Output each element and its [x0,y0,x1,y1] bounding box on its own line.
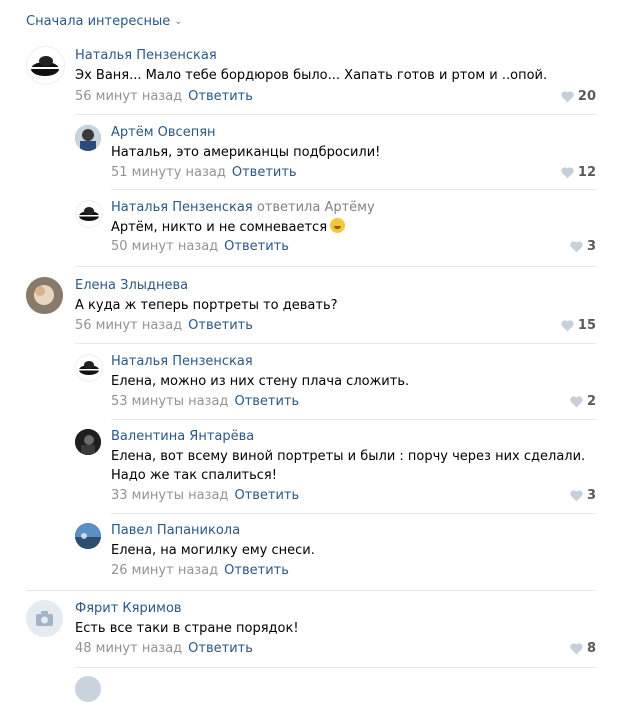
sort-label: Сначала интересные [26,14,171,29]
comment-text: Елена, можно из них стену плача сложить. [111,374,410,389]
divider [75,114,596,115]
reply-button[interactable]: Ответить [234,394,299,409]
like-button[interactable]: 2 [570,394,596,409]
like-button[interactable]: 20 [561,89,596,104]
comment-time[interactable]: 51 минуту назад [111,165,226,180]
comment: Валентина Янтарёва Елена, вот всему вино… [75,429,596,507]
comment-meta: 51 минуту назад Ответить [111,165,297,180]
comment: Фярит Кяримов Есть все таки в стране пор… [26,600,596,662]
comment-text: Елена, на могилку ему снеси. [111,543,315,558]
comment-author[interactable]: Наталья Пензенская [111,354,253,369]
comment-time[interactable]: 56 минут назад [75,318,182,333]
comment-meta: 50 минут назад Ответить [111,239,289,254]
comment-author[interactable]: Артём Овсепян [111,125,216,140]
comment-text: Артём, никто и не сомневается [111,218,346,237]
heart-icon [561,166,574,178]
replied-to[interactable]: ответила Артёму [257,200,375,215]
divider [26,590,596,591]
like-count: 3 [586,239,596,254]
divider [111,189,596,190]
avatar[interactable] [75,200,103,228]
avatar[interactable] [26,277,63,314]
comment-meta: 56 минут назад Ответить [75,318,253,333]
comment-time[interactable]: 26 минут назад [111,563,218,578]
divider [75,667,596,668]
divider [75,266,596,267]
comment-author[interactable]: Павел Папаникола [111,523,240,538]
camera-icon [26,600,63,637]
comment-author[interactable]: Фярит Кяримов [75,601,182,616]
comment-meta: 53 минуты назад Ответить [111,394,299,409]
comment-time[interactable]: 53 минуты назад [111,394,228,409]
comment: Артём Овсепян Наталья, это американцы по… [75,125,596,181]
reply-button[interactable]: Ответить [188,318,253,333]
comment-text: Наталья, это американцы подбросили! [111,145,381,160]
avatar[interactable] [75,676,101,702]
like-count: 3 [586,488,596,503]
like-count: 15 [577,318,596,333]
heart-icon [570,240,583,252]
avatar[interactable] [75,429,101,455]
comment-author[interactable]: Валентина Янтарёва [111,429,254,444]
comment-text: А куда ж теперь портреты то девать? [75,298,338,313]
divider [75,343,596,344]
comment-author[interactable]: Елена Злыднева [75,278,188,293]
comment: Елена Злыднева А куда ж теперь портреты … [26,277,596,339]
reply-button[interactable]: Ответить [188,89,253,104]
comment-text-line2: Надо же так спалиться! [111,468,277,483]
comment-meta: 26 минут назад Ответить [111,563,289,578]
reply-button[interactable]: Ответить [232,165,297,180]
avatar[interactable] [75,354,103,382]
like-button[interactable]: 3 [570,488,596,503]
like-button[interactable]: 8 [570,641,596,656]
like-button[interactable]: 15 [561,318,596,333]
comment-time[interactable]: 33 минуты назад [111,488,228,503]
comment-text: Эх Ваня... Мало тебе бордюров было... Ха… [75,68,548,83]
avatar[interactable] [75,125,101,151]
like-count: 20 [577,89,596,104]
comment-author[interactable]: Наталья Пензенская [75,48,217,63]
comment: Павел Папаникола Елена, на могилку ему с… [75,523,596,579]
like-button[interactable]: 12 [561,165,596,180]
reply-button[interactable]: Ответить [224,563,289,578]
comment-meta: 48 минут назад Ответить [75,641,253,656]
comment-meta: 56 минут назад Ответить [75,89,253,104]
comment-time[interactable]: 56 минут назад [75,89,182,104]
like-button[interactable]: 3 [570,239,596,254]
divider [111,419,596,420]
chevron-down-icon: ⌄ [174,16,183,27]
heart-icon [570,642,583,654]
avatar[interactable] [26,600,63,637]
reply-button[interactable]: Ответить [234,488,299,503]
comment-meta: 33 минуты назад Ответить [111,488,299,503]
comment-time[interactable]: 48 минут назад [75,641,182,656]
like-count: 8 [586,641,596,656]
comment-time[interactable]: 50 минут назад [111,239,218,254]
avatar[interactable] [75,523,101,549]
rofl-emoji-icon [330,218,346,233]
comment: Наталья Пензенская Елена, можно из них с… [75,354,596,410]
comment-text: Есть все таки в стране порядок! [75,621,299,636]
heart-icon [570,395,583,407]
comment-text-content: Артём, никто и не сомневается [111,220,328,235]
avatar[interactable] [26,46,65,85]
like-count: 2 [586,394,596,409]
heart-icon [561,319,574,331]
sort-dropdown[interactable]: Сначала интересные ⌄ [26,14,183,29]
heart-icon [561,90,574,102]
reply-button[interactable]: Ответить [224,239,289,254]
heart-icon [570,489,583,501]
like-count: 12 [577,165,596,180]
comment: Наталья Пензенская ответила Артёму Артём… [75,200,596,256]
comment-author: Наталья Пензенская ответила Артёму [111,200,375,215]
divider [111,513,596,514]
reply-button[interactable]: Ответить [188,641,253,656]
comment-author-name[interactable]: Наталья Пензенская [111,200,253,215]
comment: Наталья Пензенская Эх Ваня... Мало тебе … [26,46,596,108]
comment-text: Елена, вот всему виной портреты и были :… [111,449,586,464]
